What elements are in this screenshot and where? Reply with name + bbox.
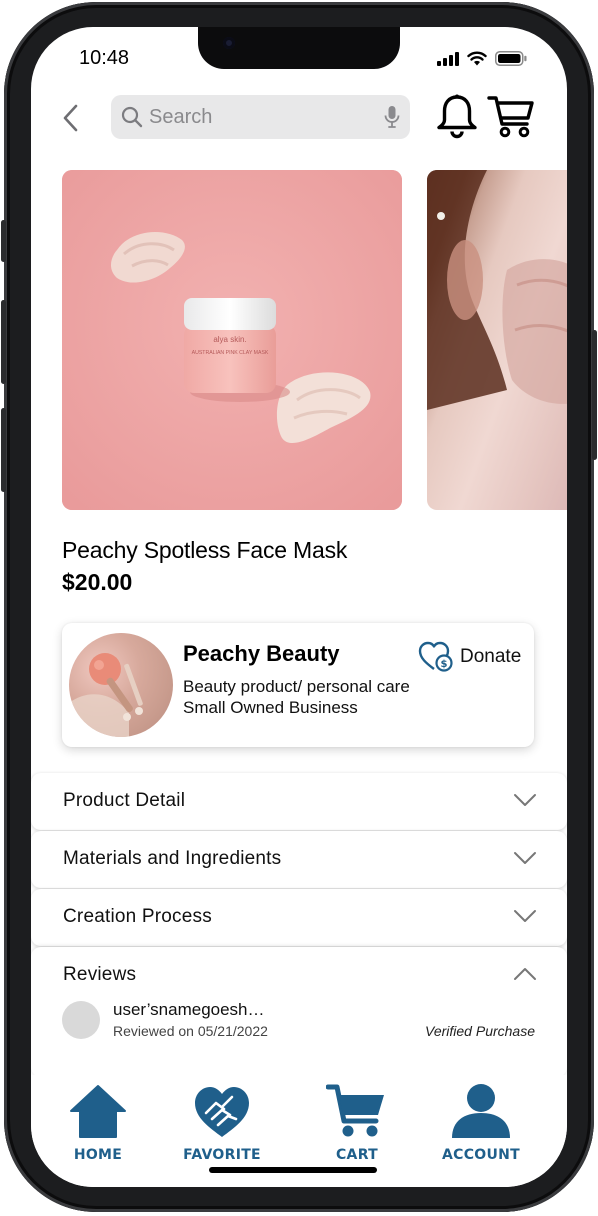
nav-label: ACCOUNT [441,1147,521,1163]
account-icon [452,1084,510,1138]
product-title: Peachy Spotless Face Mask [62,537,348,563]
svg-text:$: $ [441,659,448,670]
search-icon [121,106,143,128]
bell-icon [437,94,477,139]
wifi-icon [467,51,487,66]
product-image-main[interactable]: alya skin. AUSTRALIAN PINK CLAY MASK [62,170,402,510]
nav-home[interactable]: HOME [53,1083,143,1163]
heart-hands-icon [195,1087,249,1137]
signal-icon [437,51,459,66]
chevron-down-icon [514,910,536,922]
chevron-down-icon [514,852,536,864]
battery-icon [495,51,527,66]
phone-side-button [1,408,6,492]
notch [198,27,400,69]
accordion-creation-process[interactable]: Creation Process [31,889,567,946]
accordion-reviews[interactable]: Reviews user’snamegoesh… Reviewed on 05/… [31,947,567,1077]
nav-cart[interactable]: CART [312,1083,402,1163]
cart-icon [487,96,534,138]
accordion-label: Materials and Ingredients [63,848,282,869]
cart-button[interactable] [487,93,535,139]
status-icons [437,51,527,66]
nav-label: CART [335,1147,378,1163]
home-indicator[interactable] [209,1167,377,1173]
jar-brand-text: alya skin. [213,335,246,344]
product-price: $20.00 [62,569,133,595]
accordion-materials-ingredients[interactable]: Materials and Ingredients [31,831,567,888]
donate-label: Donate [460,646,522,667]
status-time: 10:48 [79,47,130,69]
accordion-product-detail[interactable]: Product Detail [31,773,567,830]
product-image-secondary[interactable] [427,170,567,510]
seller-category: Beauty product/ personal care [183,677,410,696]
model-photo [427,170,567,410]
reviewer-avatar [62,1001,100,1039]
phone-screen: 10:48 Search alya skin. AUSTRALIAN PINK … [31,27,567,1187]
phone-side-button [1,300,6,384]
chevron-left-icon [63,104,78,132]
nav-label: HOME [73,1147,123,1163]
chevron-down-icon [514,794,536,806]
microphone-icon[interactable] [384,105,400,129]
nav-favorite[interactable]: FAVORITE [177,1083,267,1163]
chevron-up-icon [514,968,536,980]
phone-side-button [592,330,597,460]
seller-business-type: Small Owned Business [183,698,358,717]
jar-label-text: AUSTRALIAN PINK CLAY MASK [192,350,269,356]
nav-label: FAVORITE [183,1147,261,1163]
product-info-accordion: Product Detail Materials and Ingredients… [31,773,567,1077]
reviewer-name[interactable]: user’snamegoesh… [113,1000,265,1020]
product-photo: alya skin. AUSTRALIAN PINK CLAY MASK [62,170,402,510]
nav-account[interactable]: ACCOUNT [436,1083,526,1163]
back-button[interactable] [59,103,85,133]
accordion-label: Reviews [63,964,137,985]
verified-purchase-badge: Verified Purchase [425,1023,535,1039]
heart-dollar-icon: $ [418,641,453,672]
search-input[interactable] [149,105,384,129]
accordion-label: Creation Process [63,906,212,927]
seller-name: Peachy Beauty [183,641,340,666]
search-bar[interactable] [111,95,410,139]
notifications-button[interactable] [434,93,480,139]
accordion-label: Product Detail [63,790,186,811]
phone-side-button [1,220,6,262]
cart-icon [326,1084,384,1137]
review-date: Reviewed on 05/21/2022 [113,1023,268,1039]
home-icon [70,1085,126,1138]
seller-photo [69,653,143,737]
seller-card[interactable]: Peachy Beauty Beauty product/ personal c… [62,623,534,747]
seller-avatar [69,633,173,737]
donate-button[interactable]: $ Donate [418,641,521,673]
front-camera [223,37,235,49]
